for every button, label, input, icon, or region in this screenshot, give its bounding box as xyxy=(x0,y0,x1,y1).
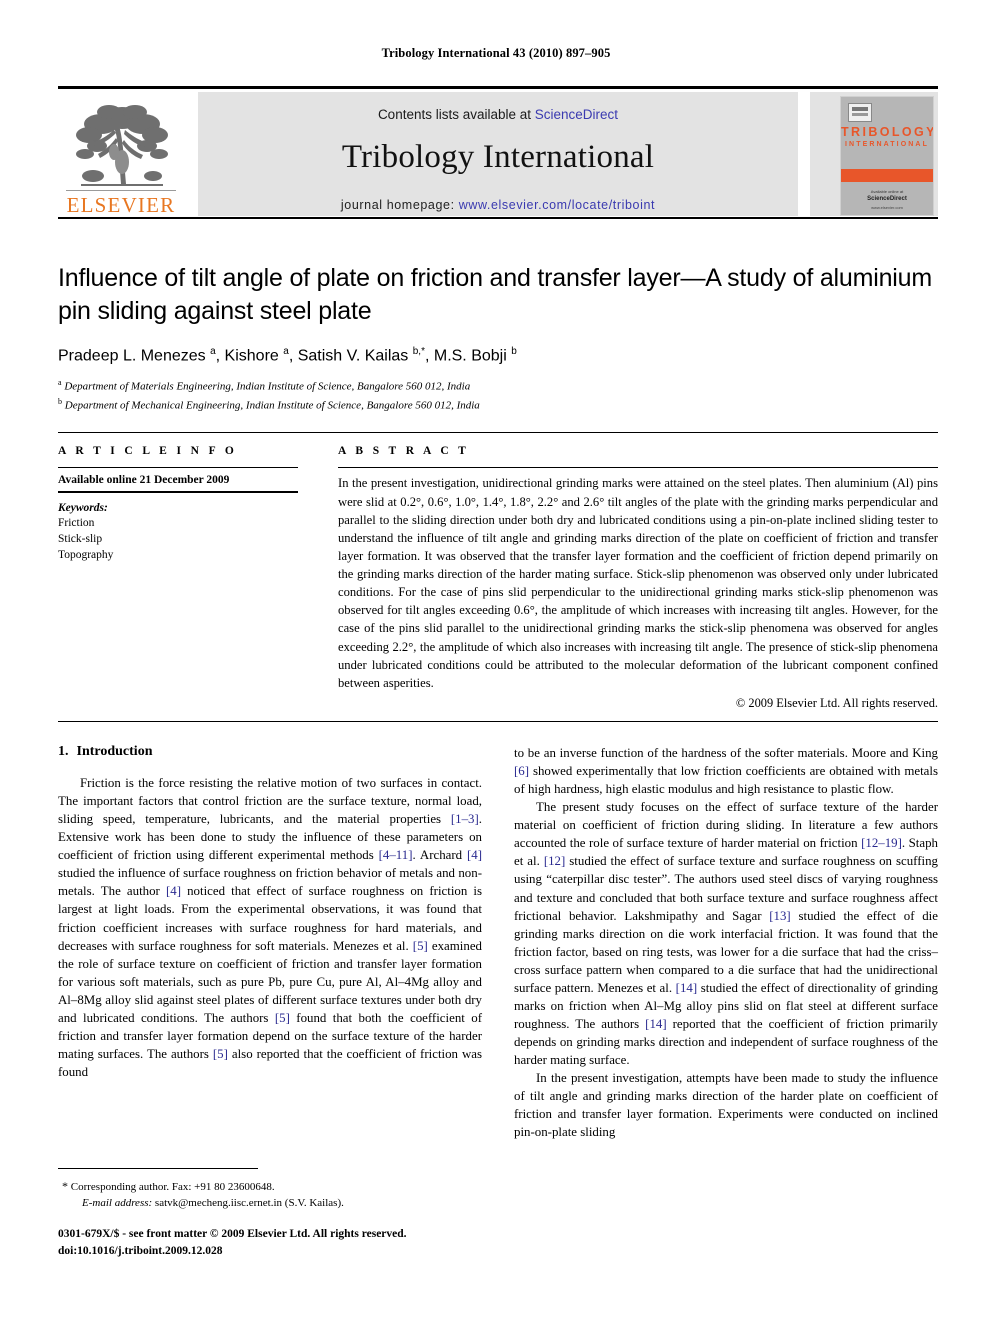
elsevier-rule xyxy=(66,189,176,191)
title-block: Influence of tilt angle of plate on fric… xyxy=(58,262,938,415)
cover-accent-bar xyxy=(841,169,933,182)
keyword-item: Topography xyxy=(58,549,114,562)
article-history: Available online 21 December 2009 xyxy=(58,474,230,487)
asterisk-icon: * xyxy=(62,1179,68,1193)
cover-foot-available: Available online at xyxy=(870,189,904,194)
article-info-rule xyxy=(58,467,298,469)
info-top-rule xyxy=(58,432,938,434)
affiliations: a Department of Materials Engineering, I… xyxy=(58,377,938,414)
cover-artwork: TRIBOLOGY INTERNATIONAL Available online… xyxy=(840,96,934,216)
abstract-text: In the present investigation, unidirecti… xyxy=(338,476,938,690)
body-column-right: to be an inverse function of the hardnes… xyxy=(514,744,938,1141)
email-note: E-mail address: satvk@mecheng.iisc.ernet… xyxy=(58,1196,482,1212)
journal-masthead: ELSEVIER Contents lists available at Sci… xyxy=(58,86,938,220)
sciencedirect-link[interactable]: ScienceDirect xyxy=(535,107,618,122)
article-title: Influence of tilt angle of plate on fric… xyxy=(58,264,932,325)
paragraph: The present study focuses on the effect … xyxy=(514,800,939,1068)
paragraph: Friction is the force resisting the rela… xyxy=(58,776,483,1079)
paragraph: In the present investigation, attempts h… xyxy=(514,1071,938,1140)
corresponding-author-note: * Corresponding author. Fax: +91 80 2360… xyxy=(58,1178,482,1196)
abstract-column: A B S T R A C T In the present investiga… xyxy=(338,445,938,711)
affil-a-marker: a xyxy=(58,378,62,388)
masthead-top-rule xyxy=(58,86,938,89)
footnotes: * Corresponding author. Fax: +91 80 2360… xyxy=(58,1178,482,1212)
affiliation-a-text: Department of Materials Engineering, Ind… xyxy=(64,380,471,393)
body-columns: 1. Introduction Friction is the force res… xyxy=(58,744,938,1141)
abstract-rule xyxy=(338,467,938,469)
contents-prefix: Contents lists available at xyxy=(377,107,535,122)
sciencedirect-banner: Contents lists available at ScienceDirec… xyxy=(198,92,798,216)
email-label: E-mail address: xyxy=(82,1196,153,1209)
article-info-heading: A R T I C L E I N F O xyxy=(58,445,238,458)
journal-homepage-line: journal homepage: www.elsevier.com/locat… xyxy=(198,198,798,212)
affiliation-b-text: Department of Mechanical Engineering, In… xyxy=(64,399,480,412)
cover-title-line1: TRIBOLOGY xyxy=(841,125,934,139)
article-page: Tribology International 43 (2010) 897–90… xyxy=(0,0,992,1323)
copyright-line: © 2009 Elsevier Ltd. All rights reserved… xyxy=(735,695,938,710)
footnote-rule xyxy=(58,1168,258,1169)
journal-title: Tribology International xyxy=(341,139,655,175)
cover-foot-url: www.elsevier.com xyxy=(871,205,903,210)
elsevier-wordmark: ELSEVIER xyxy=(66,193,176,217)
elsevier-tree-icon xyxy=(76,104,168,186)
section-number: 1. xyxy=(58,744,69,759)
info-bottom-rule xyxy=(58,720,938,723)
section-heading-introduction: 1. Introduction xyxy=(58,744,482,760)
keywords-label: Keywords: xyxy=(58,501,108,514)
keyword-item: Stick-slip xyxy=(58,532,103,545)
doi-line[interactable]: doi:10.1016/j.triboint.2009.12.028 xyxy=(58,1243,498,1260)
homepage-url-link[interactable]: www.elsevier.com/locate/triboint xyxy=(459,198,655,212)
elsevier-logo: ELSEVIER xyxy=(58,92,184,216)
journal-cover-thumbnail[interactable]: TRIBOLOGY INTERNATIONAL Available online… xyxy=(810,92,938,216)
affiliation-a: a Department of Materials Engineering, I… xyxy=(58,377,938,396)
email-value[interactable]: satvk@mecheng.iisc.ernet.in (S.V. Kailas… xyxy=(155,1197,344,1209)
article-history-rule xyxy=(58,491,298,493)
running-head: Tribology International 43 (2010) 897–90… xyxy=(381,46,611,60)
info-abstract-block: A R T I C L E I N F O Available online 2… xyxy=(58,432,938,723)
affil-b-marker: b xyxy=(58,396,62,406)
section-title: Introduction xyxy=(76,744,153,759)
affiliation-b: b Department of Mechanical Engineering, … xyxy=(58,396,938,415)
contents-available-line: Contents lists available at ScienceDirec… xyxy=(198,92,798,122)
cover-foot-brand: ScienceDirect xyxy=(867,196,907,202)
author-list: Pradeep L. Menezes a, Kishore a, Satish … xyxy=(58,346,517,365)
issn-line: 0301-679X/$ - see front matter © 2009 El… xyxy=(58,1228,407,1240)
abstract-heading: A B S T R A C T xyxy=(338,445,470,458)
cover-emblem-icon xyxy=(848,103,872,122)
info-abstract-columns: A R T I C L E I N F O Available online 2… xyxy=(58,445,938,711)
corresponding-author-text: Corresponding author. Fax: +91 80 236006… xyxy=(70,1181,275,1193)
keyword-item: Friction xyxy=(58,516,95,529)
masthead-bottom-rule xyxy=(58,217,938,219)
homepage-label: journal homepage: xyxy=(340,198,459,212)
article-info-column: A R T I C L E I N F O Available online 2… xyxy=(58,445,298,711)
body-column-left: 1. Introduction Friction is the force res… xyxy=(58,744,482,1141)
cover-title-line2: INTERNATIONAL xyxy=(845,141,929,148)
paragraph: to be an inverse function of the hardnes… xyxy=(514,746,938,797)
imprint-block: 0301-679X/$ - see front matter © 2009 El… xyxy=(58,1226,498,1259)
